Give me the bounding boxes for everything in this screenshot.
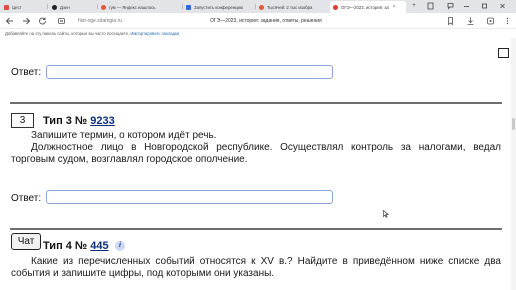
tab-title: Дзен bbox=[60, 4, 70, 10]
task-body: Какие из перечисленных событий относятся… bbox=[11, 256, 501, 279]
site-info-icon[interactable] bbox=[57, 16, 66, 29]
download-icon[interactable] bbox=[466, 16, 475, 29]
close-tab-icon[interactable]: × bbox=[393, 4, 396, 10]
extensions-icon[interactable] bbox=[486, 16, 495, 29]
import-bookmarks-link[interactable]: Импортировать закладки bbox=[130, 31, 179, 36]
bookmark-star-icon[interactable] bbox=[446, 16, 455, 29]
new-tab-icon[interactable]: + bbox=[410, 2, 418, 11]
reload-icon[interactable] bbox=[38, 16, 47, 29]
tab-images[interactable]: Тысячей: 2 тыс изобра bbox=[259, 1, 327, 13]
tab-test[interactable]: Цест bbox=[4, 1, 46, 13]
answer-label: Ответ: bbox=[11, 193, 42, 204]
task-body: Должностное лицо в Новгородской республи… bbox=[11, 142, 501, 165]
task-divider bbox=[10, 102, 502, 104]
forward-arrow-icon[interactable] bbox=[22, 16, 31, 29]
browser-menu-icon[interactable] bbox=[503, 16, 512, 29]
info-icon[interactable]: i bbox=[115, 241, 125, 251]
tab-title: Тысячей: 2 тыс изобра bbox=[267, 4, 313, 10]
task-heading: Тип 3 № 9233 bbox=[43, 115, 115, 127]
answer-input-task3[interactable] bbox=[46, 190, 333, 204]
task-instruction: Запишите термин, о котором идёт речь. bbox=[31, 130, 217, 141]
side-panel-toggle[interactable] bbox=[498, 48, 509, 58]
tab-separator bbox=[47, 4, 48, 9]
task-id-link[interactable]: 9233 bbox=[90, 115, 114, 127]
tab-favicon-icon bbox=[186, 4, 191, 10]
back-arrow-icon[interactable] bbox=[5, 16, 14, 29]
tab-yandex[interactable]: гум — Яндекс нашлось bbox=[101, 1, 181, 13]
tab-dzen[interactable]: Дзен bbox=[52, 1, 96, 13]
tab-oge-active[interactable]: ОГЭ—2023, история: за × bbox=[330, 1, 406, 13]
scrollbar[interactable] bbox=[511, 38, 516, 290]
address-page-title: ОГЭ—2023, история: задания, ответы, реше… bbox=[210, 18, 322, 24]
task-type-label: Тип 4 № bbox=[43, 240, 88, 252]
task-id-link[interactable]: 445 bbox=[90, 240, 108, 252]
tab-title: Запустить конференцию bbox=[194, 4, 244, 10]
address-bar[interactable]: hist-oge.sdamgia.ru ОГЭ—2023, история: з… bbox=[78, 16, 448, 27]
tab-favicon-icon bbox=[333, 4, 338, 10]
answer-input-task2[interactable] bbox=[46, 65, 333, 79]
tab-favicon-icon bbox=[259, 4, 264, 10]
tab-favicon-icon bbox=[52, 4, 57, 10]
bookmarks-hint: Добавляйте на эту панель сайты, которые … bbox=[5, 31, 130, 36]
bookmarks-bar: Добавляйте на эту панель сайты, которые … bbox=[0, 29, 516, 38]
tab-title: гум — Яндекс нашлось bbox=[109, 4, 156, 10]
answer-label: Ответ: bbox=[11, 67, 42, 78]
task-type-label: Тип 3 № bbox=[43, 115, 88, 127]
browser-nav-bar: hist-oge.sdamgia.ru ОГЭ—2023, история: з… bbox=[0, 13, 516, 29]
address-domain: hist-oge.sdamgia.ru bbox=[78, 18, 122, 24]
tab-separator bbox=[97, 4, 98, 9]
task-divider bbox=[10, 228, 502, 230]
tab-title: ОГЭ—2023, история: за bbox=[341, 4, 389, 10]
tab-conference[interactable]: Запустить конференцию bbox=[186, 1, 254, 13]
scrollbar-thumb[interactable] bbox=[512, 118, 515, 130]
tab-favicon-icon bbox=[4, 4, 9, 10]
tab-separator bbox=[182, 4, 183, 9]
browser-tab-bar: Цест Дзен гум — Яндекс нашлось Запустить… bbox=[0, 0, 516, 13]
mouse-cursor-icon bbox=[383, 205, 390, 223]
task-heading: Тип 4 № 445 bbox=[43, 240, 109, 252]
tab-title: Цест bbox=[12, 4, 22, 10]
chat-button[interactable]: Чат bbox=[11, 233, 41, 250]
tab-separator bbox=[255, 4, 256, 9]
tab-favicon-icon bbox=[101, 4, 106, 10]
task-number-box: 3 bbox=[11, 113, 34, 128]
